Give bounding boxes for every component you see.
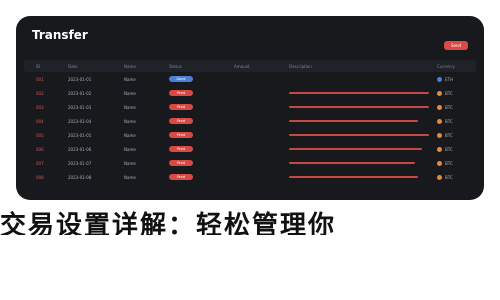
row-description — [289, 86, 434, 100]
row-date: 2023-01-04 — [68, 118, 92, 124]
currency-label: BTC — [445, 104, 453, 110]
row-status: Pend — [169, 114, 209, 128]
row-description — [289, 170, 434, 184]
currency-dot-icon — [437, 160, 442, 166]
status-badge: Pend — [169, 146, 193, 152]
row-status: Pend — [169, 156, 209, 170]
header-currency: Currency — [437, 63, 456, 69]
row-date: 2023-01-03 — [68, 104, 92, 110]
description-bar — [289, 92, 429, 94]
table-row[interactable]: 008 2023-01-08 Name Pend BTC — [24, 170, 476, 184]
status-badge: Pend — [169, 132, 193, 138]
row-status: Pend — [169, 128, 209, 142]
row-description — [289, 114, 434, 128]
row-currency: BTC — [437, 100, 477, 114]
transfer-panel: Transfer Send ID Date Name Status Amount… — [16, 16, 484, 200]
row-date: 2023-01-08 — [68, 174, 92, 180]
description-bar — [289, 134, 429, 136]
currency-dot-icon — [437, 118, 442, 124]
row-name: Name — [124, 174, 136, 180]
row-status: Done — [169, 72, 209, 86]
table-row[interactable]: 002 2023-01-02 Name Pend BTC — [24, 86, 476, 100]
send-button[interactable]: Send — [444, 41, 468, 50]
description-bar — [289, 106, 429, 108]
row-currency: BTC — [437, 170, 477, 184]
currency-dot-icon — [437, 90, 442, 96]
status-badge: Done — [169, 76, 193, 82]
row-description — [289, 72, 434, 86]
row-name: Name — [124, 90, 136, 96]
currency-label: BTC — [445, 90, 453, 96]
row-date: 2023-01-02 — [68, 90, 92, 96]
row-date: 2023-01-06 — [68, 146, 92, 152]
status-badge: Pend — [169, 174, 193, 180]
header-status: Status — [169, 63, 182, 69]
currency-label: ETH — [445, 76, 453, 82]
currency-dot-icon — [437, 132, 442, 138]
status-badge: Pend — [169, 90, 193, 96]
row-description — [289, 100, 434, 114]
header-amount: Amount — [234, 63, 250, 69]
table-row[interactable]: 003 2023-01-03 Name Pend BTC — [24, 100, 476, 114]
row-currency: ETH — [437, 72, 477, 86]
header-name: Name — [124, 63, 136, 69]
row-description — [289, 128, 434, 142]
row-name: Name — [124, 76, 136, 82]
row-description — [289, 156, 434, 170]
row-name: Name — [124, 160, 136, 166]
row-name: Name — [124, 104, 136, 110]
transactions-table: ID Date Name Status Amount Description C… — [24, 60, 476, 184]
row-currency: BTC — [437, 156, 477, 170]
row-date: 2023-01-07 — [68, 160, 92, 166]
currency-label: BTC — [445, 146, 453, 152]
row-name: Name — [124, 132, 136, 138]
row-name: Name — [124, 118, 136, 124]
row-currency: BTC — [437, 86, 477, 100]
page-caption: 交易设置详解：轻松管理你 — [0, 211, 337, 235]
panel-title: Transfer — [32, 28, 88, 42]
currency-dot-icon — [437, 146, 442, 152]
row-currency: BTC — [437, 142, 477, 156]
row-currency: BTC — [437, 114, 477, 128]
row-description — [289, 142, 434, 156]
table-row[interactable]: 006 2023-01-06 Name Pend BTC — [24, 142, 476, 156]
table-row[interactable]: 004 2023-01-04 Name Pend BTC — [24, 114, 476, 128]
currency-dot-icon — [437, 174, 442, 180]
row-status: Pend — [169, 100, 209, 114]
currency-label: BTC — [445, 132, 453, 138]
currency-dot-icon — [437, 76, 442, 82]
currency-label: BTC — [445, 160, 453, 166]
row-status: Pend — [169, 142, 209, 156]
table-row[interactable]: 005 2023-01-05 Name Pend BTC — [24, 128, 476, 142]
header-date: Date — [68, 63, 78, 69]
currency-dot-icon — [437, 104, 442, 110]
row-status: Pend — [169, 170, 209, 184]
status-badge: Pend — [169, 160, 193, 166]
header-description: Description — [289, 63, 312, 69]
description-bar — [289, 120, 418, 122]
description-bar — [289, 176, 418, 178]
row-date: 2023-01-01 — [68, 76, 92, 82]
row-date: 2023-01-05 — [68, 132, 92, 138]
description-bar — [289, 148, 422, 150]
table-body: 001 2023-01-01 Name Done ETH 002 2023-01-02 Nam… — [24, 72, 476, 184]
table-row[interactable]: 001 2023-01-01 Name Done ETH — [24, 72, 476, 86]
row-name: Name — [124, 146, 136, 152]
row-status: Pend — [169, 86, 209, 100]
status-badge: Pend — [169, 104, 193, 110]
currency-label: BTC — [445, 118, 453, 124]
description-bar — [289, 162, 415, 164]
table-row[interactable]: 007 2023-01-07 Name Pend BTC — [24, 156, 476, 170]
table-header: ID Date Name Status Amount Description C… — [24, 60, 476, 72]
status-badge: Pend — [169, 118, 193, 124]
row-currency: BTC — [437, 128, 477, 142]
currency-label: BTC — [445, 174, 453, 180]
